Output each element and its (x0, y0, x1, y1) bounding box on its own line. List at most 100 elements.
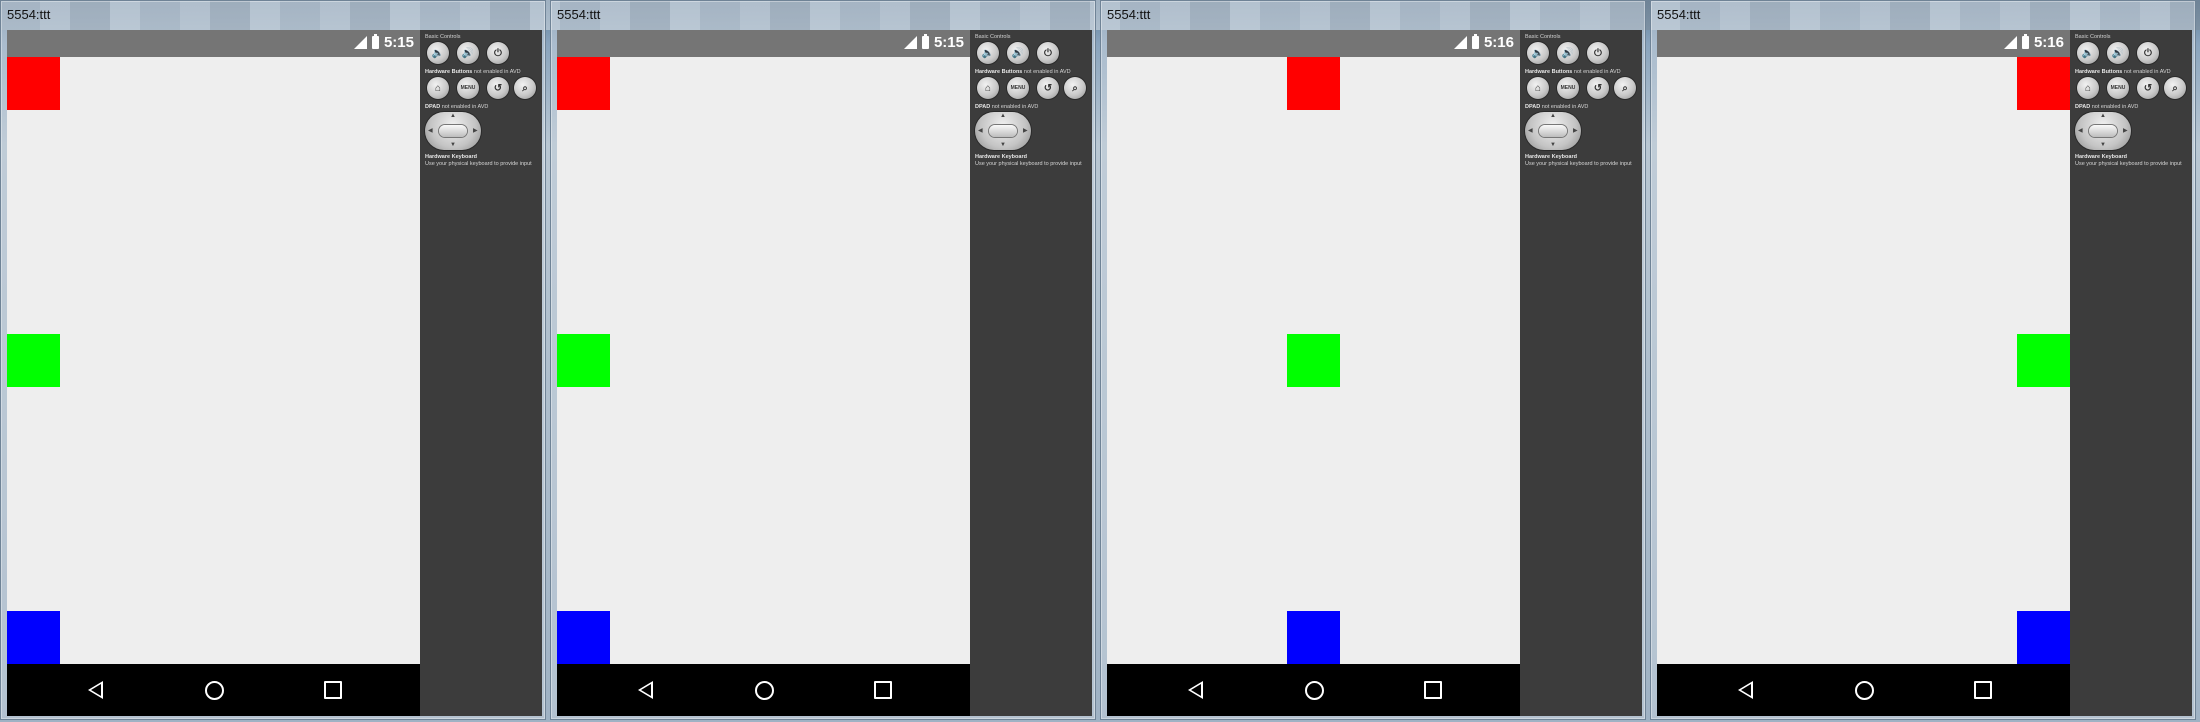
battery-icon (1471, 34, 1479, 49)
power-button[interactable]: ⏻ (2137, 42, 2159, 64)
volume-up-icon: 🔊 (1011, 47, 1025, 59)
nav-home-button[interactable] (202, 678, 226, 702)
nav-back-button[interactable] (633, 678, 657, 702)
dpad-center-button[interactable] (2089, 125, 2117, 137)
hardware-buttons-label: Hardware Buttons not enabled in AVD (1525, 69, 1621, 75)
volume-down-button[interactable]: 🔈 (2077, 42, 2099, 64)
volume-up-button[interactable]: 🔊 (457, 42, 479, 64)
home-icon: ⌂ (1534, 82, 1542, 94)
nav-back-icon (637, 681, 653, 699)
hw-menu-button[interactable]: MENU (2107, 77, 2129, 99)
home-icon: ⌂ (2084, 82, 2092, 94)
nav-recents-button[interactable] (321, 678, 345, 702)
hw-search-button[interactable]: ⌕ (1614, 77, 1636, 99)
nav-back-button[interactable] (1183, 678, 1207, 702)
hw-menu-button[interactable]: MENU (1557, 77, 1579, 99)
dpad-center-button[interactable] (989, 125, 1017, 137)
volume-up-icon: 🔊 (2111, 47, 2125, 59)
app-screen[interactable] (557, 57, 970, 664)
dpad-right-icon: ▶ (473, 128, 478, 134)
power-button[interactable]: ⏻ (487, 42, 509, 64)
nav-recents-icon (324, 681, 342, 699)
status-bar: 5:15 (7, 30, 420, 57)
nav-recents-button[interactable] (1971, 678, 1995, 702)
app-screen[interactable] (1107, 57, 1520, 664)
search-icon: ⌕ (1072, 82, 1078, 94)
volume-down-button[interactable]: 🔈 (977, 42, 999, 64)
hw-back-button[interactable]: ↺ (1587, 77, 1609, 99)
blue-square (7, 611, 60, 664)
hw-back-button[interactable]: ↺ (2137, 77, 2159, 99)
power-button[interactable]: ⏻ (1587, 42, 1609, 64)
window-title: 5554:ttt (1107, 7, 1151, 22)
nav-home-icon (204, 680, 224, 700)
dpad-down-icon: ▼ (450, 142, 456, 148)
volume-down-button[interactable]: 🔈 (427, 42, 449, 64)
menu-icon: MENU (2110, 85, 2126, 91)
hw-search-button[interactable]: ⌕ (1064, 77, 1086, 99)
window-title: 5554:ttt (1657, 7, 1701, 22)
nav-back-icon (87, 681, 103, 699)
nav-home-button[interactable] (1302, 678, 1326, 702)
navigation-bar (1107, 664, 1520, 716)
emulator-window-1[interactable]: 5554:ttt 5:15 Basic Controls 🔈 🔊 ⏻ Hardw… (0, 0, 546, 720)
hw-home-button[interactable]: ⌂ (427, 77, 449, 99)
status-clock: 5:15 (383, 34, 414, 51)
nav-back-button[interactable] (83, 678, 107, 702)
volume-down-button[interactable]: 🔈 (1527, 42, 1549, 64)
volume-up-icon: 🔊 (461, 47, 475, 59)
nav-recents-button[interactable] (1421, 678, 1445, 702)
blue-square (1287, 611, 1340, 664)
dpad-control[interactable]: ▲ ▼ ◀ ▶ (1525, 112, 1581, 150)
power-icon: ⏻ (2144, 47, 2152, 59)
volume-up-button[interactable]: 🔊 (2107, 42, 2129, 64)
dpad-up-icon: ▲ (450, 113, 456, 119)
hw-menu-button[interactable]: MENU (1007, 77, 1029, 99)
battery-icon (2021, 34, 2029, 49)
search-icon: ⌕ (1622, 82, 1628, 94)
hw-back-button[interactable]: ↺ (487, 77, 509, 99)
red-square (557, 57, 610, 110)
power-button[interactable]: ⏻ (1037, 42, 1059, 64)
app-screen[interactable] (7, 57, 420, 664)
basic-controls-label: Basic Controls (425, 34, 461, 40)
nav-home-button[interactable] (1852, 678, 1876, 702)
nav-home-button[interactable] (752, 678, 776, 702)
signal-icon (1453, 36, 1467, 49)
dpad-center-button[interactable] (439, 125, 467, 137)
emulator-window-4[interactable]: 5554:ttt 5:16 Basic Controls 🔈 🔊 ⏻ Hardw… (1650, 0, 2196, 720)
volume-up-button[interactable]: 🔊 (1557, 42, 1579, 64)
window-title: 5554:ttt (7, 7, 51, 22)
volume-up-button[interactable]: 🔊 (1007, 42, 1029, 64)
nav-back-button[interactable] (1733, 678, 1757, 702)
hw-home-button[interactable]: ⌂ (977, 77, 999, 99)
dpad-control[interactable]: ▲ ▼ ◀ ▶ (975, 112, 1031, 150)
dpad-left-icon: ◀ (428, 128, 433, 134)
nav-recents-button[interactable] (871, 678, 895, 702)
volume-down-icon: 🔈 (1531, 47, 1545, 59)
hw-search-button[interactable]: ⌕ (514, 77, 536, 99)
dpad-center-button[interactable] (1539, 125, 1567, 137)
hw-search-button[interactable]: ⌕ (2164, 77, 2186, 99)
app-screen[interactable] (1657, 57, 2070, 664)
battery-icon (371, 34, 379, 49)
dpad-right-icon: ▶ (1573, 128, 1578, 134)
dpad-right-icon: ▶ (2123, 128, 2128, 134)
hw-home-button[interactable]: ⌂ (2077, 77, 2099, 99)
dpad-control[interactable]: ▲ ▼ ◀ ▶ (2075, 112, 2131, 150)
status-clock: 5:16 (2033, 34, 2064, 51)
emulator-window-3[interactable]: 5554:ttt 5:16 Basic Controls 🔈 🔊 ⏻ Hardw… (1100, 0, 1646, 720)
hw-back-button[interactable]: ↺ (1037, 77, 1059, 99)
signal-icon (2003, 36, 2017, 49)
blue-square (557, 611, 610, 664)
home-icon: ⌂ (434, 82, 442, 94)
hw-home-button[interactable]: ⌂ (1527, 77, 1549, 99)
dpad-left-icon: ◀ (978, 128, 983, 134)
hw-menu-button[interactable]: MENU (457, 77, 479, 99)
green-square (2017, 334, 2070, 387)
emulator-window-2[interactable]: 5554:ttt 5:15 Basic Controls 🔈 🔊 ⏻ Hardw… (550, 0, 1096, 720)
dpad-control[interactable]: ▲ ▼ ◀ ▶ (425, 112, 481, 150)
nav-home-icon (1854, 680, 1874, 700)
green-square (7, 334, 60, 387)
navigation-bar (1657, 664, 2070, 716)
